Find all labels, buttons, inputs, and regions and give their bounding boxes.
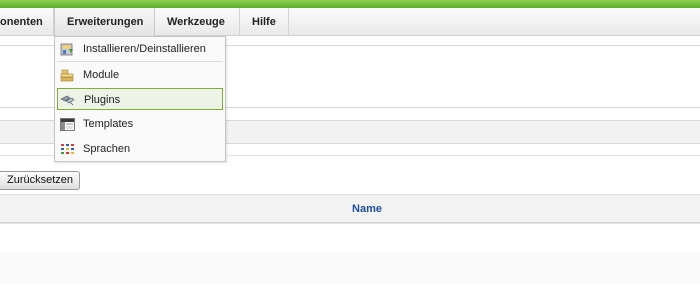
table-row-divider — [0, 223, 700, 224]
reset-button[interactable]: Zurücksetzen — [0, 171, 81, 190]
erweiterungen-dropdown: Installieren/Deinstallieren Module Plugi… — [54, 36, 226, 162]
menu-werkzeuge[interactable]: Werkzeuge — [155, 8, 240, 36]
dropdown-item-label: Installieren/Deinstallieren — [83, 43, 206, 55]
dropdown-separator — [57, 61, 223, 62]
dropdown-item-label: Module — [83, 69, 120, 81]
table-row — [0, 252, 700, 284]
dropdown-item-label: Sprachen — [83, 143, 131, 155]
plugin-icon — [60, 92, 75, 106]
languages-icon — [60, 142, 75, 155]
dropdown-item-installieren[interactable]: Installieren/Deinstallieren — [57, 38, 223, 60]
table-header: Name — [0, 194, 700, 223]
menu-komponenten[interactable]: onenten — [0, 8, 54, 36]
menu-erweiterungen[interactable]: Erweiterungen — [54, 8, 155, 36]
column-header-name[interactable]: Name — [0, 195, 700, 224]
dropdown-item-templates[interactable]: Templates — [57, 113, 223, 135]
dropdown-item-label: Plugins — [84, 94, 121, 106]
menu-hilfe[interactable]: Hilfe — [240, 8, 289, 36]
templates-icon — [60, 117, 75, 131]
dropdown-item-sprachen[interactable]: Sprachen — [57, 138, 223, 160]
dropdown-item-plugins[interactable]: Plugins — [57, 88, 223, 110]
dropdown-item-label: Templates — [83, 118, 134, 130]
dropdown-item-module[interactable]: Module — [57, 64, 223, 86]
main-menubar: onenten Erweiterungen Werkzeuge Hilfe — [0, 8, 700, 36]
install-package-icon — [60, 42, 75, 56]
top-accent-bar — [0, 0, 700, 8]
modules-icon — [60, 68, 75, 82]
